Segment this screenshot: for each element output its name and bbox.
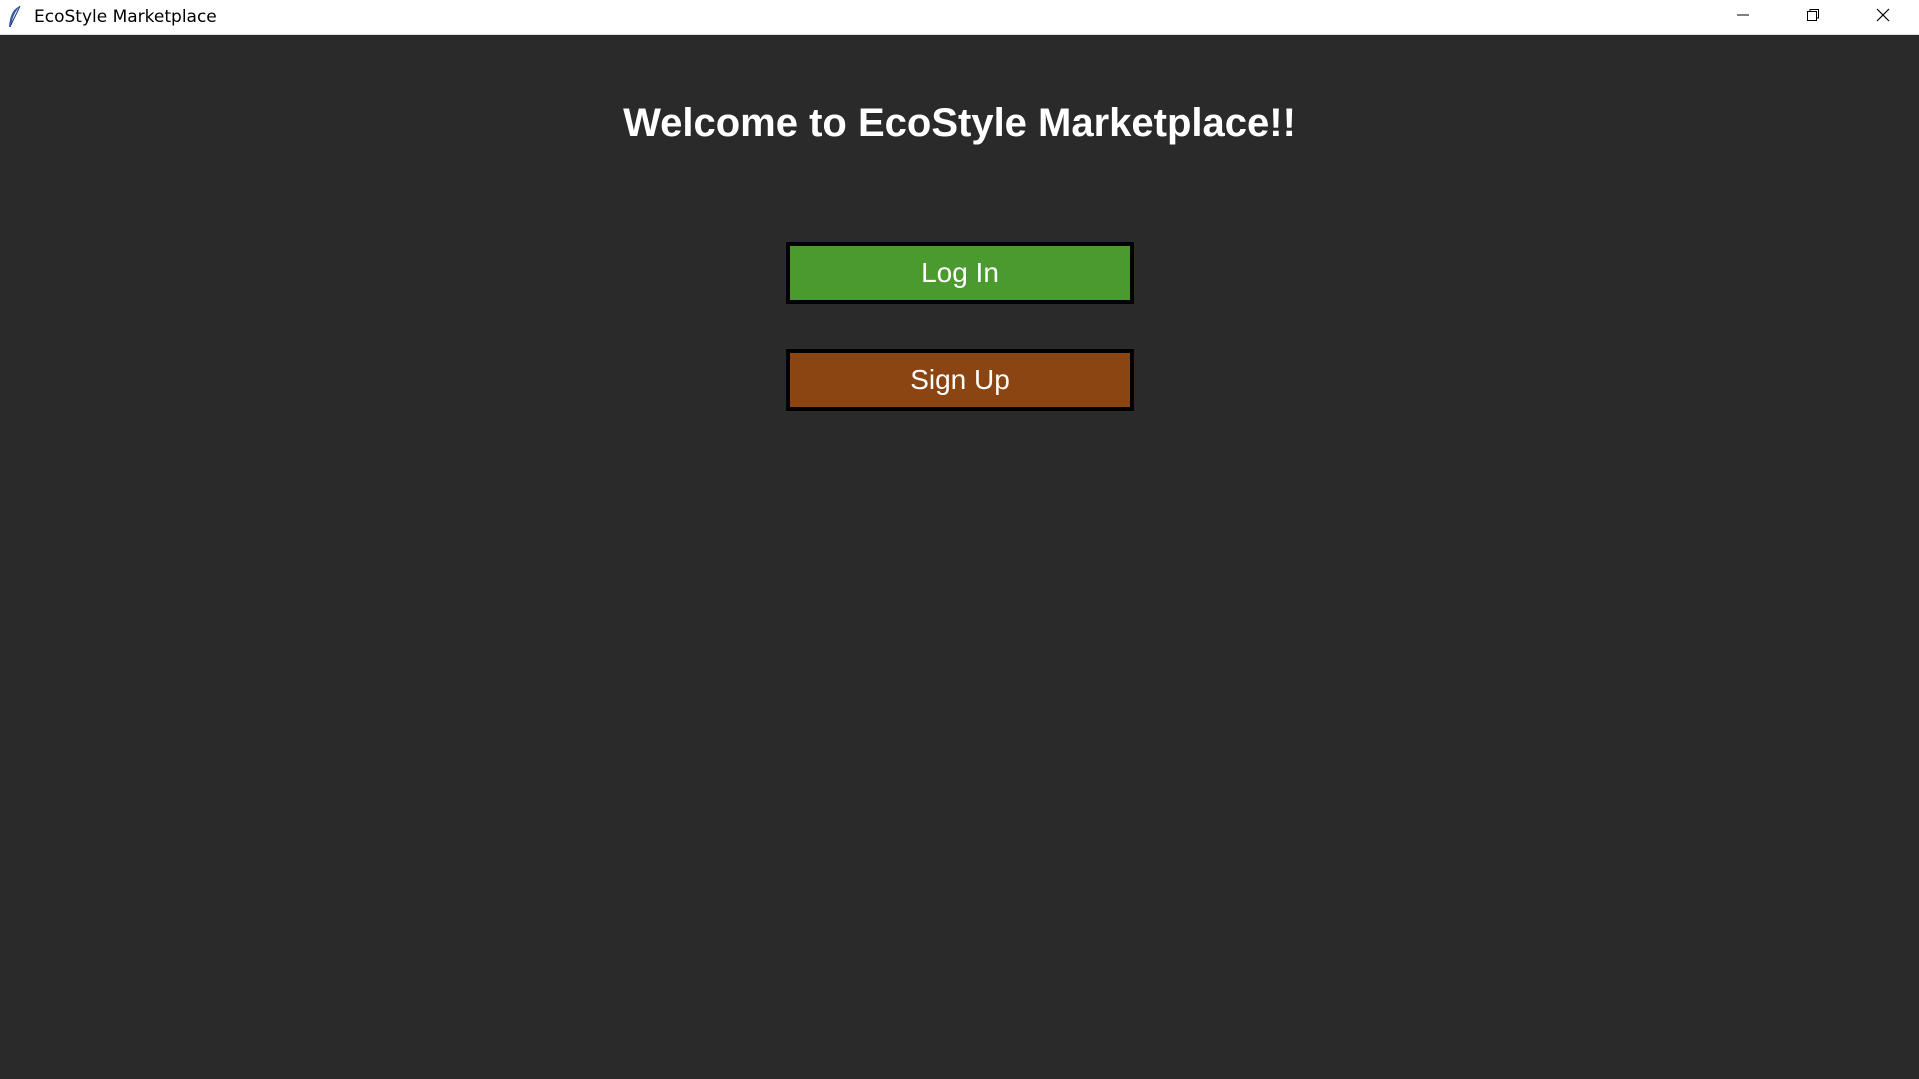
close-icon — [1875, 7, 1891, 28]
minimize-button[interactable] — [1708, 0, 1778, 34]
restore-button[interactable] — [1778, 0, 1848, 34]
signup-button[interactable]: Sign Up — [786, 349, 1134, 411]
restore-icon — [1805, 7, 1821, 28]
app-window: EcoStyle Marketplace Welcome to EcoStyle… — [0, 0, 1919, 1079]
minimize-icon — [1735, 7, 1751, 28]
window-title: EcoStyle Marketplace — [34, 7, 217, 27]
main-content: Welcome to EcoStyle Marketplace!! Log In… — [0, 35, 1919, 1079]
login-button[interactable]: Log In — [786, 242, 1134, 304]
title-bar[interactable]: EcoStyle Marketplace — [0, 0, 1919, 35]
feather-icon — [5, 5, 25, 29]
close-button[interactable] — [1848, 0, 1918, 34]
welcome-heading: Welcome to EcoStyle Marketplace!! — [623, 101, 1296, 145]
